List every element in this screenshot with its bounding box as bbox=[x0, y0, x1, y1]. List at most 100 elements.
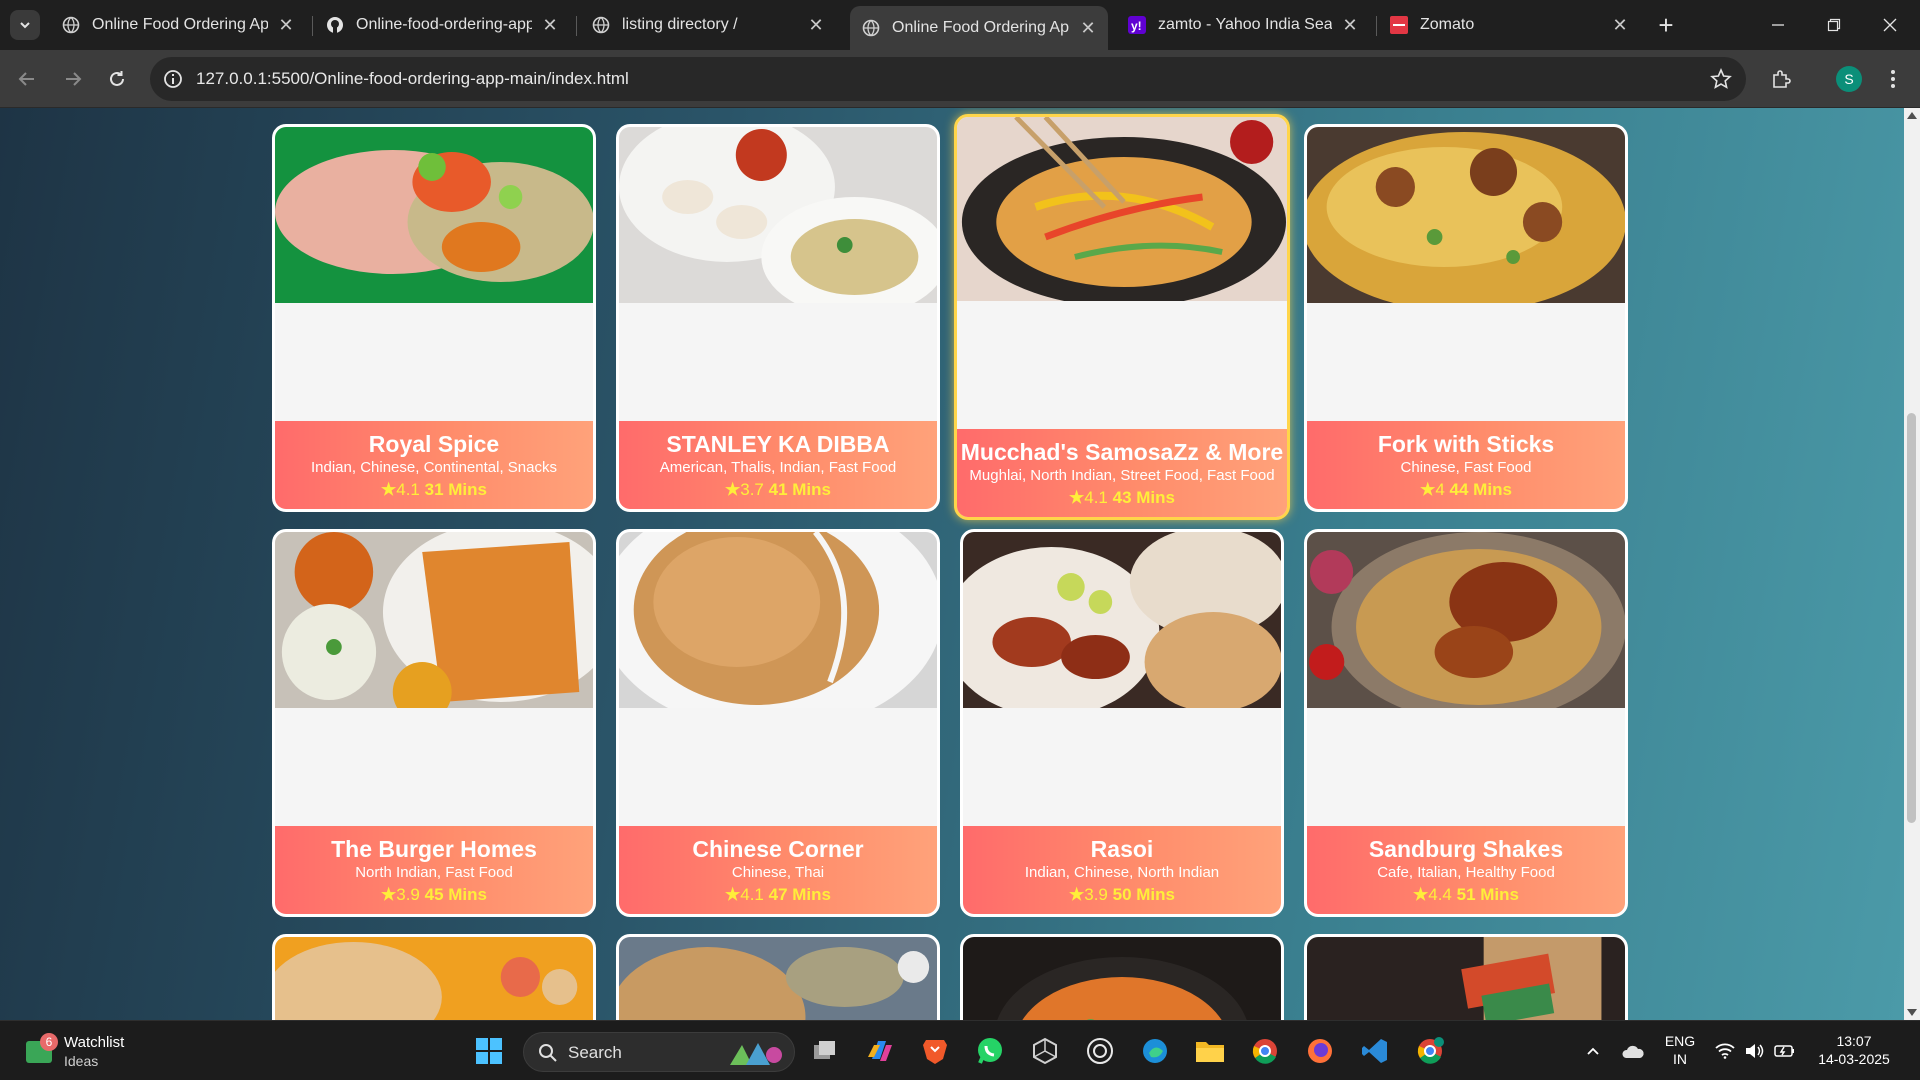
close-icon[interactable]: ✕ bbox=[806, 15, 826, 35]
card-info: STANLEY KA DIBBA American, Thalis, India… bbox=[619, 421, 937, 509]
battery-button[interactable] bbox=[1768, 1034, 1802, 1068]
roti-photo bbox=[619, 937, 937, 1020]
card-info: Mucchad's SamosaZz & More Mughlai, North… bbox=[957, 429, 1287, 517]
address-bar[interactable]: 127.0.0.1:5500/Online-food-ordering-app-… bbox=[150, 57, 1746, 101]
restaurant-card[interactable]: The Burger Homes North Indian, Fast Food… bbox=[272, 529, 596, 917]
close-icon[interactable]: ✕ bbox=[1340, 15, 1360, 35]
task-view-button[interactable] bbox=[808, 1034, 842, 1068]
restaurant-rating: 4.1 bbox=[740, 885, 764, 904]
profile-avatar[interactable]: S bbox=[1836, 66, 1862, 92]
restaurant-rating: 4 bbox=[1435, 480, 1445, 499]
chrome-icon bbox=[1252, 1039, 1277, 1064]
star-icon[interactable] bbox=[1710, 67, 1732, 90]
restaurant-card[interactable] bbox=[960, 934, 1284, 1020]
chatgpt-icon bbox=[1087, 1038, 1113, 1064]
restaurant-card[interactable]: Rasoi Indian, Chinese, North Indian ★3.9… bbox=[960, 529, 1284, 917]
back-button[interactable] bbox=[12, 64, 42, 94]
onedrive-button[interactable] bbox=[1616, 1034, 1650, 1068]
restaurant-card[interactable] bbox=[1304, 934, 1628, 1020]
close-icon[interactable]: ✕ bbox=[540, 15, 560, 35]
language-indicator[interactable]: ENG IN bbox=[1660, 1032, 1700, 1068]
chatgpt-button[interactable] bbox=[1083, 1034, 1117, 1068]
tab-4[interactable]: y! zamto - Yahoo India Search ✕ bbox=[1116, 8, 1370, 42]
clock[interactable]: 13:07 14-03-2025 bbox=[1812, 1032, 1896, 1068]
tab-5[interactable]: Zomato ✕ bbox=[1378, 8, 1640, 42]
tab-title: listing directory / bbox=[622, 16, 738, 33]
minimize-button[interactable] bbox=[1758, 8, 1798, 42]
restaurant-card[interactable] bbox=[272, 934, 596, 1020]
delivery-time: 41 Mins bbox=[768, 480, 831, 499]
star-icon: ★ bbox=[1069, 488, 1085, 507]
vscode-button[interactable] bbox=[1358, 1034, 1392, 1068]
network-button[interactable] bbox=[1708, 1034, 1742, 1068]
restaurant-name: Rasoi bbox=[1090, 836, 1154, 862]
momos-photo bbox=[619, 127, 937, 303]
restaurant-rating: 3.9 bbox=[396, 885, 420, 904]
whatsapp-button[interactable] bbox=[973, 1034, 1007, 1068]
show-hidden-icons-button[interactable] bbox=[1576, 1034, 1610, 1068]
tab-search-button[interactable] bbox=[10, 10, 40, 40]
scroll-down-icon[interactable] bbox=[1907, 1009, 1917, 1016]
reload-button[interactable] bbox=[102, 64, 132, 94]
restaurant-card[interactable]: Chinese Corner Chinese, Thai ★4.1 47 Min… bbox=[616, 529, 940, 917]
close-icon[interactable]: ✕ bbox=[1078, 18, 1098, 38]
tab-0[interactable]: Online Food Ordering App ✕ bbox=[50, 8, 306, 42]
menu-button[interactable] bbox=[1878, 64, 1908, 94]
svg-text:y!: y! bbox=[1131, 19, 1142, 33]
chrome-button[interactable] bbox=[1248, 1034, 1282, 1068]
tab-title: Online Food Ordering App bbox=[92, 16, 268, 33]
chevron-up-icon bbox=[1587, 1047, 1599, 1055]
restaurant-card[interactable]: Sandburg Shakes Cafe, Italian, Healthy F… bbox=[1304, 529, 1628, 917]
unity-button[interactable] bbox=[1028, 1034, 1062, 1068]
edge-button[interactable] bbox=[1138, 1034, 1172, 1068]
brave-button[interactable] bbox=[918, 1034, 952, 1068]
delivery-time: 31 Mins bbox=[424, 480, 487, 499]
restaurant-card[interactable]: STANLEY KA DIBBA American, Thalis, India… bbox=[616, 124, 940, 512]
start-button[interactable] bbox=[472, 1034, 506, 1068]
tab-2[interactable]: listing directory / ✕ bbox=[580, 8, 836, 42]
extensions-button[interactable] bbox=[1766, 64, 1796, 94]
volume-button[interactable] bbox=[1738, 1034, 1772, 1068]
forward-button[interactable] bbox=[58, 64, 88, 94]
card-info: Sandburg Shakes Cafe, Italian, Healthy F… bbox=[1307, 826, 1625, 914]
restaurant-card[interactable] bbox=[616, 934, 940, 1020]
copilot-button[interactable] bbox=[863, 1034, 897, 1068]
arrow-left-icon bbox=[18, 72, 34, 86]
taskbar-search[interactable]: Search bbox=[523, 1032, 795, 1072]
brave-icon bbox=[923, 1040, 947, 1064]
close-icon[interactable]: ✕ bbox=[1610, 15, 1630, 35]
close-icon[interactable]: ✕ bbox=[276, 15, 296, 35]
tab-separator bbox=[576, 16, 577, 36]
restaurant-cuisine: Indian, Chinese, North Indian bbox=[1024, 864, 1220, 881]
restaurant-cuisine: American, Thalis, Indian, Fast Food bbox=[659, 459, 897, 476]
restaurant-card[interactable]: Royal Spice Indian, Chinese, Continental… bbox=[272, 124, 596, 512]
reload-icon bbox=[110, 71, 124, 86]
search-label: Search bbox=[568, 1043, 622, 1062]
restaurant-card[interactable]: Mucchad's SamosaZz & More Mughlai, North… bbox=[954, 114, 1290, 520]
watchlist-widget[interactable]: 6 Watchlist Ideas bbox=[22, 1031, 192, 1071]
dosa-photo bbox=[275, 532, 593, 708]
firefox-button[interactable] bbox=[1303, 1034, 1337, 1068]
scroll-up-icon[interactable] bbox=[1907, 112, 1917, 119]
site-info-icon[interactable] bbox=[162, 68, 184, 90]
tab-1[interactable]: Online-food-ordering-app ✕ bbox=[314, 8, 570, 42]
file-explorer-button[interactable] bbox=[1193, 1034, 1227, 1068]
region-code: IN bbox=[1673, 1051, 1687, 1067]
globe-icon bbox=[862, 19, 880, 37]
tab-separator bbox=[312, 16, 313, 36]
restaurant-rating: 4.1 bbox=[396, 480, 420, 499]
restaurant-name: Royal Spice bbox=[368, 431, 500, 457]
globe-icon bbox=[62, 16, 80, 34]
tab-3[interactable]: Online Food Ordering App ✕ bbox=[850, 6, 1108, 50]
restore-icon bbox=[1827, 18, 1841, 32]
scrollbar-thumb[interactable] bbox=[1907, 413, 1916, 823]
restaurant-cuisine: Mughlai, North Indian, Street Food, Fast… bbox=[969, 467, 1275, 484]
page-scrollbar[interactable] bbox=[1904, 108, 1920, 1020]
restaurant-card[interactable]: Fork with Sticks Chinese, Fast Food ★4 4… bbox=[1304, 124, 1628, 512]
close-window-button[interactable] bbox=[1870, 8, 1910, 42]
chrome-profile-button[interactable] bbox=[1413, 1034, 1447, 1068]
zomato-icon bbox=[1390, 16, 1408, 34]
restore-button[interactable] bbox=[1814, 8, 1854, 42]
restaurant-name: Mucchad's SamosaZz & More bbox=[960, 439, 1284, 465]
new-tab-button[interactable]: + bbox=[1651, 10, 1681, 40]
